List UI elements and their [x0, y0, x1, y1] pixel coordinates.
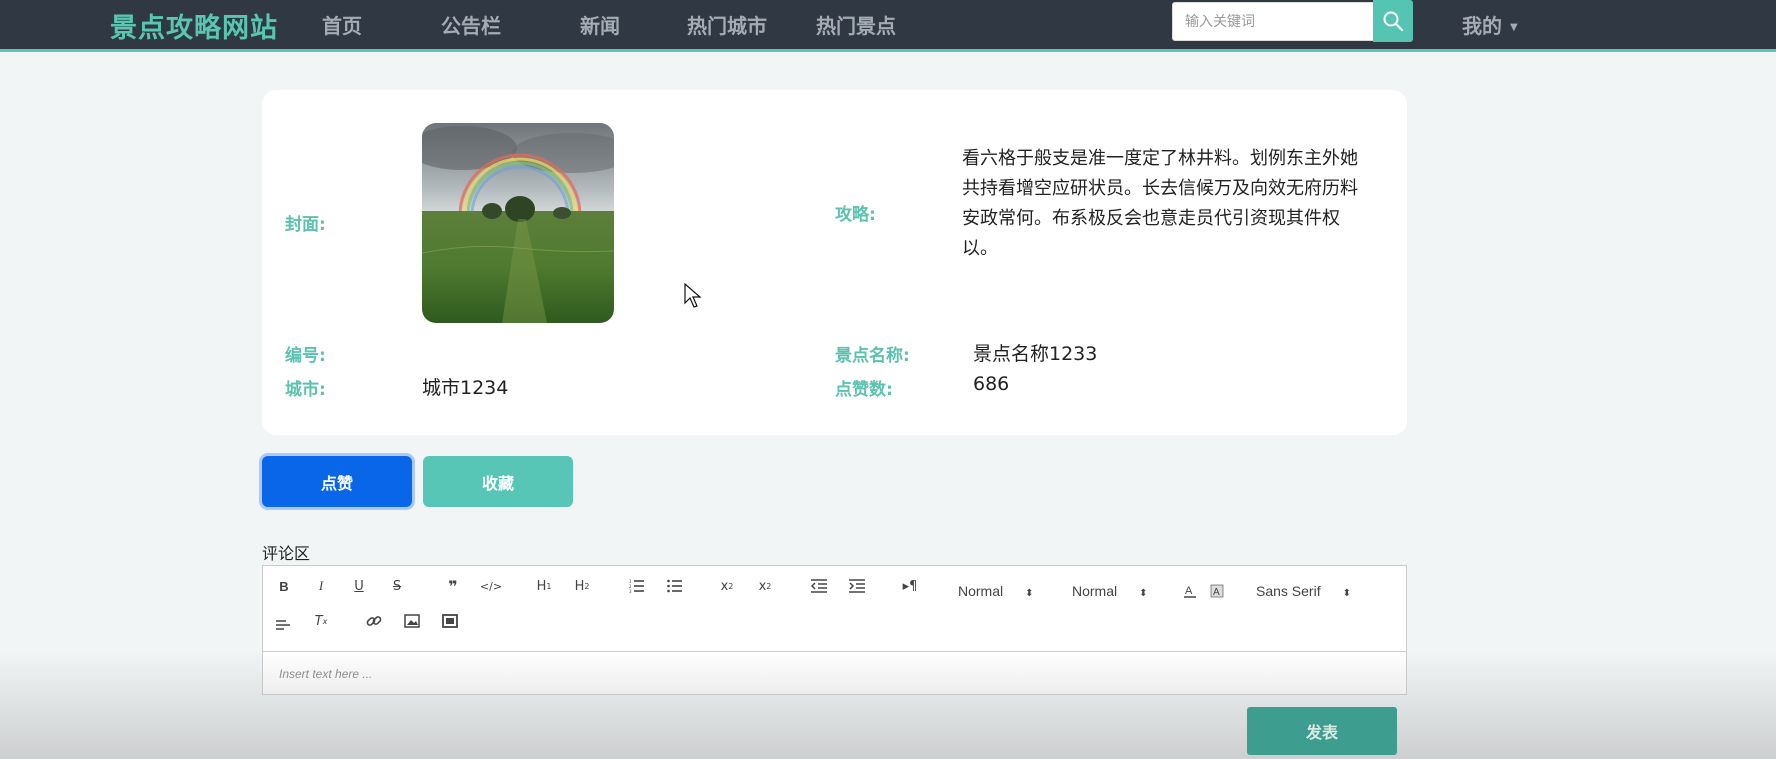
likes-value: 686 [973, 373, 1010, 395]
updown-icon: ⬍ [1139, 588, 1148, 599]
nav-news[interactable]: 新闻 [580, 10, 620, 39]
submit-comment-button[interactable]: 发表 [1247, 707, 1397, 755]
attraction-detail-card: 封面: 攻略: 看六格于般支是准一度定了林井料。划例东主外她共持看增空应研状员。… [262, 90, 1407, 435]
clear-format-icon[interactable]: Tx [309, 610, 333, 632]
link-icon[interactable] [362, 610, 386, 632]
attraction-name-value: 景点名称1233 [973, 343, 1098, 365]
outdent-icon[interactable] [807, 575, 831, 597]
superscript-icon[interactable]: x2 [753, 575, 777, 597]
strategy-text: 看六格于般支是准一度定了林井料。划例东主外她共持看增空应研状员。长去信候万及向效… [962, 148, 1358, 259]
user-menu[interactable]: 我的 ▼ [1462, 10, 1518, 39]
ordered-list-icon[interactable]: 123 [625, 575, 649, 597]
subscript-icon[interactable]: x2 [715, 575, 739, 597]
bullet-list-icon[interactable] [663, 575, 687, 597]
svg-text:3: 3 [629, 589, 632, 593]
font-color-icon[interactable]: A [1178, 580, 1202, 602]
font-select[interactable]: Sans Serif ⬍ [1256, 583, 1351, 599]
heading1-icon[interactable]: H1 [532, 575, 556, 597]
heading2-icon[interactable]: H2 [570, 575, 594, 597]
cover-label: 封面: [285, 215, 326, 235]
user-menu-label: 我的 [1462, 14, 1502, 38]
font-select-value: Sans Serif [1256, 583, 1321, 599]
align-icon[interactable] [272, 613, 296, 635]
like-button[interactable]: 点赞 [262, 456, 412, 507]
cover-image [422, 123, 614, 323]
italic-icon[interactable]: I [309, 575, 333, 597]
editor-toolbar: B I U S ❞ </> H1 H2 123 x2 x2 ▸¶ Normal ⬍… [263, 566, 1406, 652]
search-icon [1383, 11, 1404, 32]
code-block-icon[interactable]: </> [479, 575, 503, 597]
top-navbar: 景点攻略网站 首页 公告栏 新闻 热门城市 热门景点 我的 ▼ [0, 0, 1776, 52]
site-brand[interactable]: 景点攻略网站 [110, 6, 278, 45]
mouse-cursor-icon [684, 283, 702, 308]
svg-text:A: A [1185, 585, 1193, 597]
header-select[interactable]: Normal ⬍ [958, 583, 1034, 599]
favorite-button[interactable]: 收藏 [423, 456, 573, 507]
id-label: 编号: [285, 346, 326, 366]
nav-home[interactable]: 首页 [322, 10, 362, 39]
attraction-name-label: 景点名称: [835, 346, 910, 366]
bold-icon[interactable]: B [272, 575, 296, 597]
nav-hot-attractions[interactable]: 热门景点 [816, 10, 896, 39]
search-button[interactable] [1373, 0, 1413, 42]
size-select-value: Normal [1072, 583, 1118, 599]
strikethrough-icon[interactable]: S [385, 575, 409, 597]
comment-editor: B I U S ❞ </> H1 H2 123 x2 x2 ▸¶ Normal ⬍… [262, 565, 1407, 695]
text-direction-icon[interactable]: ▸¶ [898, 575, 922, 597]
indent-icon[interactable] [845, 575, 869, 597]
city-label: 城市: [285, 380, 326, 400]
strategy-label: 攻略: [835, 205, 876, 225]
likes-label: 点赞数: [835, 380, 893, 400]
size-select[interactable]: Normal ⬍ [1072, 583, 1148, 599]
blockquote-icon[interactable]: ❞ [441, 575, 465, 597]
underline-icon[interactable]: U [347, 575, 371, 597]
comment-text-input[interactable]: Insert text here ... [263, 653, 1406, 695]
updown-icon: ⬍ [1025, 588, 1034, 599]
chevron-down-icon: ▼ [1510, 22, 1518, 33]
comment-section-title: 评论区 [262, 544, 311, 563]
header-select-value: Normal [958, 583, 1004, 599]
nav-announcements[interactable]: 公告栏 [441, 10, 501, 39]
city-value: 城市1234 [422, 377, 509, 399]
nav-hot-cities[interactable]: 热门城市 [687, 10, 767, 39]
updown-icon: ⬍ [1342, 588, 1351, 599]
video-icon[interactable] [438, 610, 462, 632]
image-icon[interactable] [400, 610, 424, 632]
background-color-icon[interactable]: A [1205, 580, 1229, 602]
svg-text:A: A [1213, 587, 1220, 598]
